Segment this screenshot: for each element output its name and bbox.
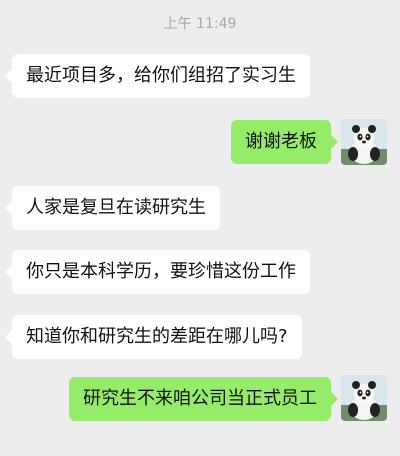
message-bubble-incoming[interactable]: 你只是本科学历，要珍惜这份工作 <box>5 250 310 294</box>
message-bubble-incoming[interactable]: 最近项目多，给你们组招了实习生 <box>5 54 310 98</box>
chat-timestamp: 上午 11:49 <box>163 16 237 32</box>
message-bubble-outgoing[interactable]: 谢谢老板 <box>231 120 338 164</box>
message-bubble-outgoing[interactable]: 研究生不来咱公司当正式员工 <box>69 377 338 421</box>
message-bubble-incoming[interactable]: 知道你和研究生的差距在哪儿吗? <box>5 315 302 359</box>
panda-avatar[interactable] <box>341 119 387 165</box>
message-bubble-incoming[interactable]: 人家是复旦在读研究生 <box>5 186 220 230</box>
panda-avatar[interactable] <box>341 375 387 421</box>
